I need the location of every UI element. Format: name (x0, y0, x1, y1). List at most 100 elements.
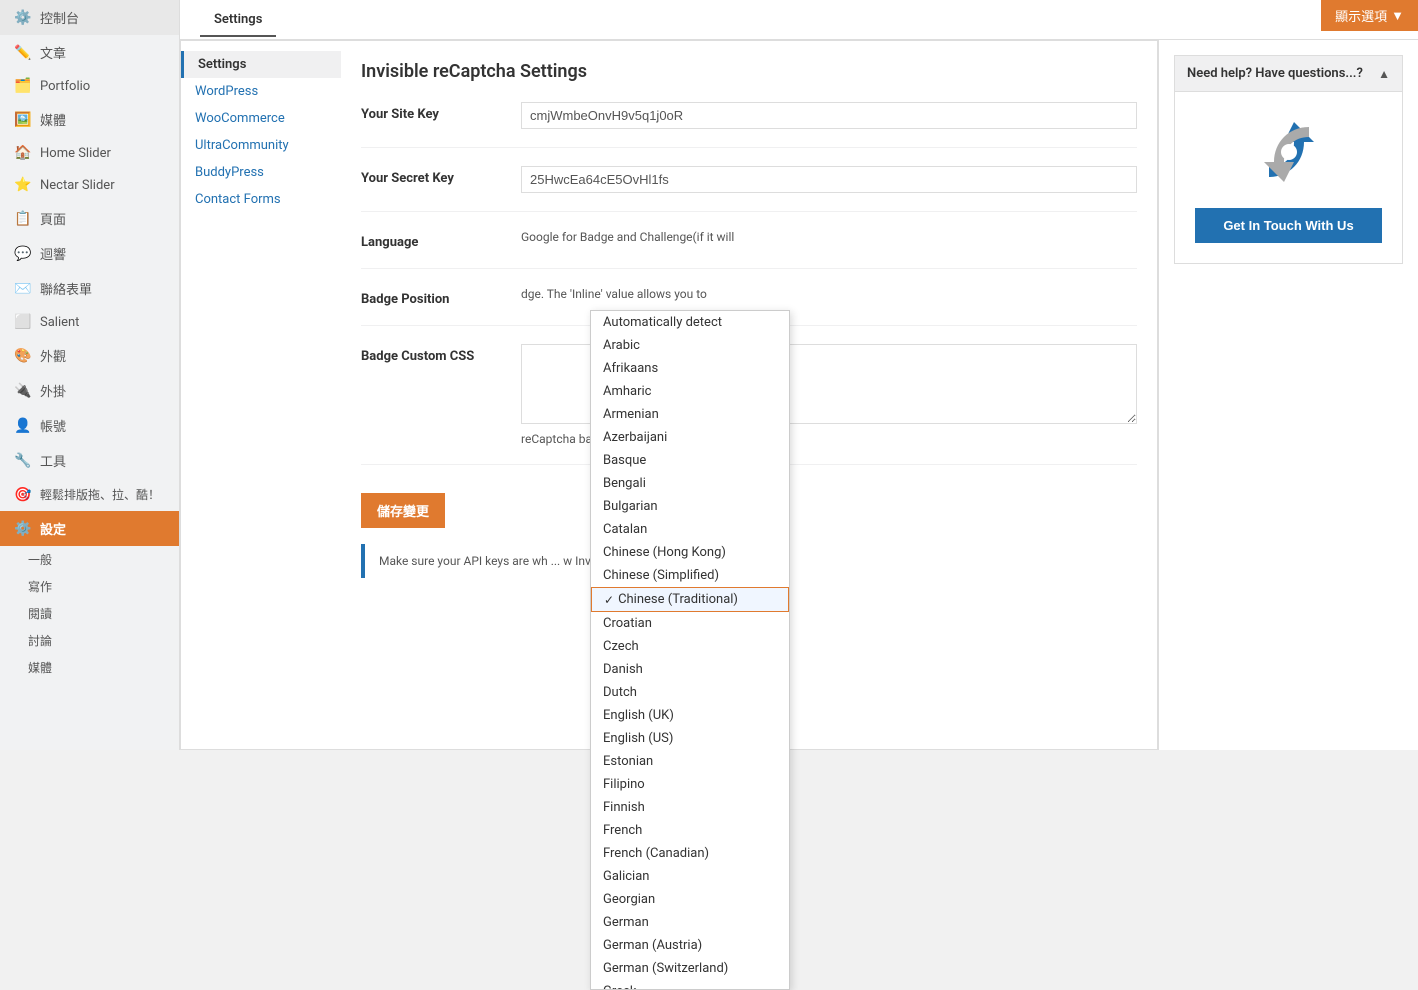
dropdown-item-label: Basque (603, 453, 646, 468)
sub-nav-buddypress[interactable]: BuddyPress (181, 159, 341, 186)
dropdown-item-af[interactable]: Afrikaans (591, 357, 789, 380)
dropdown-item-fr[interactable]: French (591, 819, 789, 842)
dropdown-item-am[interactable]: Amharic (591, 380, 789, 403)
sidebar-sub-item-writing[interactable]: 寫作 (0, 573, 179, 600)
sidebar-sub-label-general: 一般 (28, 551, 52, 568)
sidebar-item-nectar-slider[interactable]: ⭐ Nectar Slider (0, 169, 179, 201)
dropdown-item-label: Greek (603, 984, 637, 990)
dropdown-item-et[interactable]: Estonian (591, 750, 789, 773)
sub-nav-ultracommunity[interactable]: UltraCommunity (181, 132, 341, 159)
sidebar-item-salient[interactable]: ⬜ Salient (0, 306, 179, 338)
settings-icon: ⚙️ (14, 521, 32, 537)
site-key-input[interactable] (521, 102, 1137, 129)
dropdown-item-gl[interactable]: Galician (591, 865, 789, 888)
sidebar-item-account[interactable]: 👤 帳號 (0, 408, 179, 443)
dropdown-item-bg[interactable]: Bulgarian (591, 495, 789, 518)
dropdown-item-nl[interactable]: Dutch (591, 681, 789, 704)
sidebar-label-contact: 聯絡表單 (40, 279, 92, 298)
sidebar-item-tools[interactable]: 🔧 工具 (0, 443, 179, 478)
dropdown-item-ar[interactable]: Arabic (591, 334, 789, 357)
dropdown-item-el[interactable]: Greek (591, 980, 789, 990)
help-box: Need help? Have questions...? ▲ (1174, 55, 1403, 264)
sidebar-item-contact[interactable]: ✉️ 聯絡表單 (0, 271, 179, 306)
dropdown-item-fr-CA[interactable]: French (Canadian) (591, 842, 789, 865)
secret-key-label: Your Secret Key (361, 166, 521, 186)
dropdown-item-de-CH[interactable]: German (Switzerland) (591, 957, 789, 980)
save-button[interactable]: 儲存變更 (361, 493, 445, 528)
sidebar-sub-item-reading[interactable]: 閱讀 (0, 600, 179, 627)
sidebar-item-media[interactable]: 🖼️ 媒體 (0, 102, 179, 137)
dropdown-item-eu[interactable]: Basque (591, 449, 789, 472)
sub-nav-label-buddypress: BuddyPress (195, 165, 264, 180)
sidebar-label-account: 帳號 (40, 416, 66, 435)
dropdown-item-en-GB[interactable]: English (UK) (591, 704, 789, 727)
tab-settings[interactable]: Settings (200, 4, 276, 37)
site-key-control (521, 102, 1137, 129)
sidebar-item-comments[interactable]: 💬 迴響 (0, 236, 179, 271)
sidebar-sub-item-media[interactable]: 媒體 (0, 654, 179, 681)
dropdown-item-label: Filipino (603, 777, 645, 792)
sub-nav-woocommerce[interactable]: WooCommerce (181, 105, 341, 132)
dropdown-item-label: Amharic (603, 384, 651, 399)
sidebar-label-home-slider: Home Slider (40, 146, 111, 161)
sidebar-item-posts[interactable]: ✏️ 文章 (0, 35, 179, 70)
dropdown-items-container: Automatically detect Arabic Afrikaans Amhar… (591, 311, 789, 990)
display-options-button[interactable]: 顯示選項 ▼ (1321, 0, 1418, 31)
dropdown-item-da[interactable]: Danish (591, 658, 789, 681)
language-dropdown: Automatically detect Arabic Afrikaans Amhar… (590, 310, 790, 990)
dropdown-item-zh-HK[interactable]: Chinese (Hong Kong) (591, 541, 789, 564)
dropdown-item-hr[interactable]: Croatian (591, 612, 789, 635)
dropdown-item-ka[interactable]: Georgian (591, 888, 789, 911)
sidebar-item-appearance[interactable]: 🎨 外觀 (0, 338, 179, 373)
dropdown-item-cs[interactable]: Czech (591, 635, 789, 658)
settings-title: Invisible reCaptcha Settings (361, 61, 1137, 82)
sidebar-item-plugins[interactable]: 🔌 外掛 (0, 373, 179, 408)
tools-icon: 🔧 (14, 453, 32, 469)
info-note-text: Make sure your API keys are wh (379, 554, 548, 568)
dropdown-item-label: Catalan (603, 522, 647, 537)
dropdown-item-de-AT[interactable]: German (Austria) (591, 934, 789, 957)
sidebar-label-appearance: 外觀 (40, 346, 66, 365)
sidebar-item-portfolio[interactable]: 🗂️ Portfolio (0, 70, 179, 102)
get-in-touch-button[interactable]: Get In Touch With Us (1195, 208, 1382, 243)
sidebar-item-home-slider[interactable]: 🏠 Home Slider (0, 137, 179, 169)
dropdown-item-zh-CN[interactable]: Chinese (Simplified) (591, 564, 789, 587)
dropdown-item-label: Azerbaijani (603, 430, 667, 445)
dropdown-item-hy[interactable]: Armenian (591, 403, 789, 426)
dropdown-item-label: Arabic (603, 338, 640, 353)
dropdown-item-label: English (US) (603, 731, 673, 746)
dropdown-item-en[interactable]: English (US) (591, 727, 789, 750)
sidebar-sub-item-discussion[interactable]: 討論 (0, 627, 179, 654)
dropdown-item-zh-TW[interactable]: ✓ Chinese (Traditional) (591, 587, 789, 612)
sidebar-item-drag[interactable]: 🎯 輕鬆排版拖、拉、酷！ (0, 478, 179, 511)
sub-nav-label-wordpress: WordPress (195, 84, 258, 99)
dashboard-icon: ⚙️ (14, 10, 32, 26)
sidebar-sub-item-general[interactable]: 一般 (0, 546, 179, 573)
sidebar-item-pages[interactable]: 📋 頁面 (0, 201, 179, 236)
site-key-row: Your Site Key (361, 102, 1137, 148)
dropdown-item-fi[interactable]: Finnish (591, 796, 789, 819)
secret-key-input[interactable] (521, 166, 1137, 193)
dropdown-item-auto[interactable]: Automatically detect (591, 311, 789, 334)
dropdown-item-de[interactable]: German (591, 911, 789, 934)
media-icon: 🖼️ (14, 112, 32, 128)
dropdown-item-ca[interactable]: Catalan (591, 518, 789, 541)
dropdown-item-az[interactable]: Azerbaijani (591, 426, 789, 449)
info-note-ellipsis: ... (551, 554, 561, 568)
dropdown-item-fil[interactable]: Filipino (591, 773, 789, 796)
page-heading-text: Invisible reCaptcha Settings (361, 61, 587, 82)
sidebar-label-settings: 設定 (40, 519, 66, 538)
dropdown-item-label: Finnish (603, 800, 645, 815)
sidebar-item-settings[interactable]: ⚙️ 設定 (0, 511, 179, 546)
sidebar-item-dashboard[interactable]: ⚙️ 控制台 (0, 0, 179, 35)
drag-icon: 🎯 (14, 487, 32, 503)
sub-nav-wordpress[interactable]: WordPress (181, 78, 341, 105)
dropdown-item-bn[interactable]: Bengali (591, 472, 789, 495)
help-header-title: Need help? Have questions...? (1187, 66, 1363, 81)
dropdown-item-label: Afrikaans (603, 361, 658, 376)
dropdown-item-label: Chinese (Simplified) (603, 568, 719, 583)
badge-description: dge. The 'Inline' value allows you to (521, 287, 707, 301)
sub-nav-settings[interactable]: Settings (181, 51, 341, 78)
sub-nav-label-settings: Settings (198, 57, 246, 72)
sub-nav-contact-forms[interactable]: Contact Forms (181, 186, 341, 213)
